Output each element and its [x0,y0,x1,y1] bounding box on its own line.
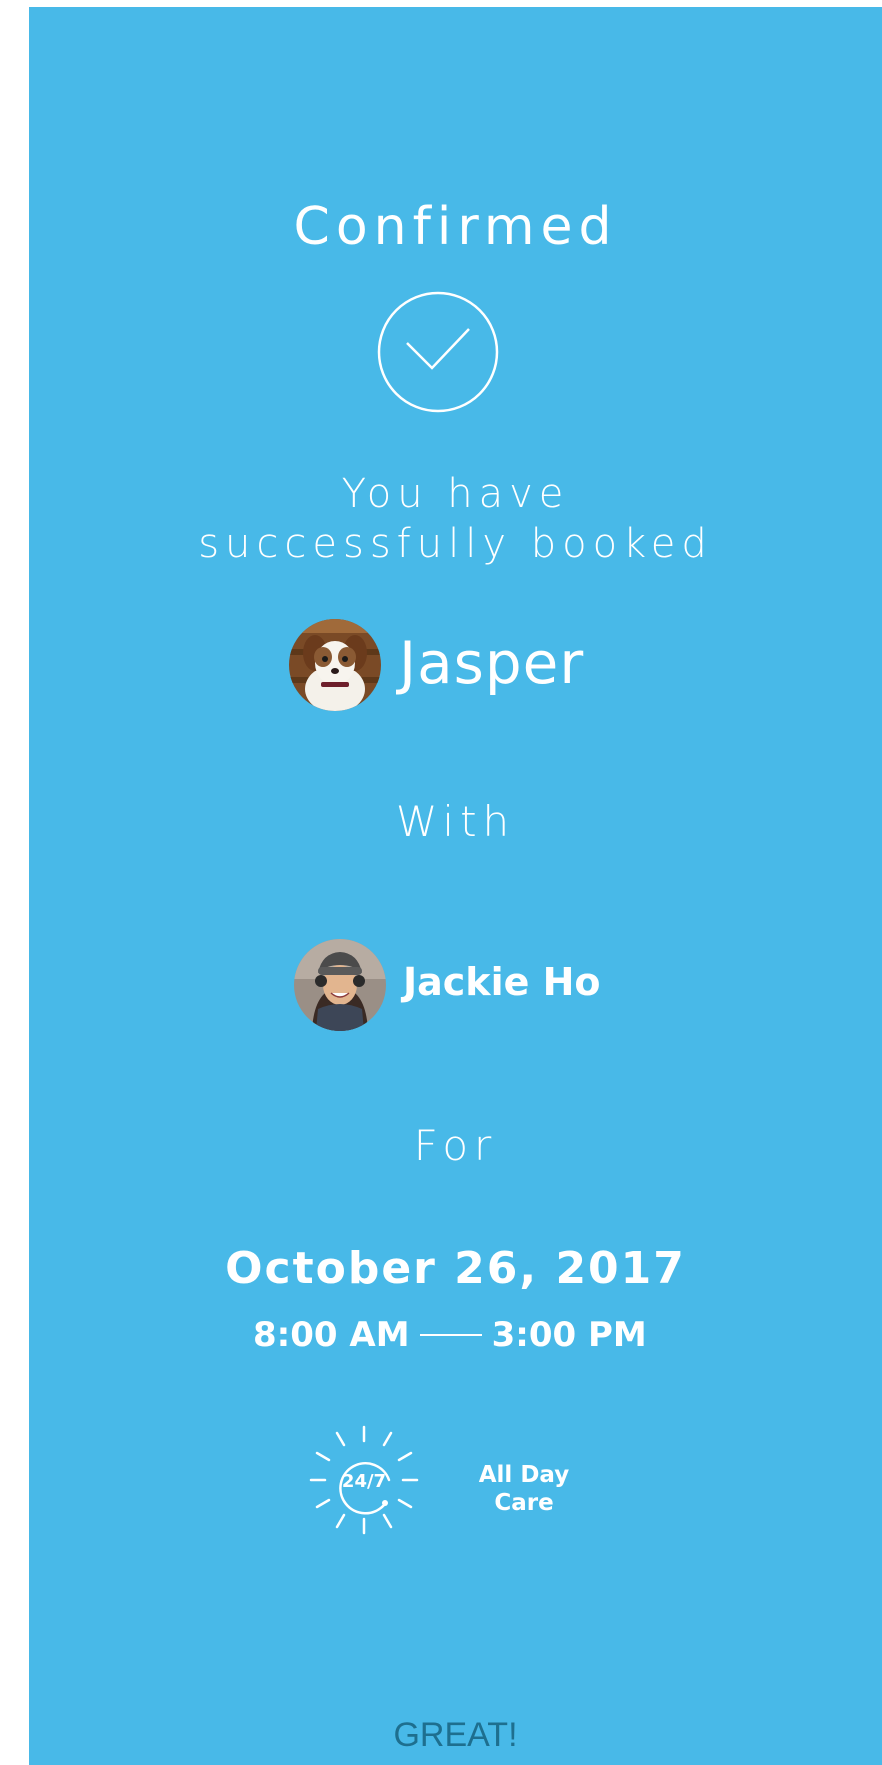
confirmation-message-line2: successfully booked [198,521,713,567]
end-time: 3:00 PM [491,1315,647,1355]
with-label: With [395,797,516,846]
confirmation-screen: Confirmed You have successfully booked J… [29,7,882,1765]
service-label: All Day Care [464,1461,584,1517]
for-label: For [413,1121,498,1170]
booking-time-range: 8:00 AM 3:00 PM [253,1315,647,1355]
service-label-line1: All Day [478,1462,570,1488]
sun-24-7-icon: 24/7 [309,1425,419,1535]
confirmation-message: You have successfully booked [29,469,882,569]
start-time: 8:00 AM [253,1315,410,1355]
pet-avatar [289,619,381,711]
booking-date: October 26, 2017 [225,1243,686,1294]
sun-icon-text: 24/7 [342,1471,386,1492]
sitter-avatar [294,939,386,1031]
page-title: Confirmed [293,197,618,257]
great-button[interactable]: GREAT! [29,1707,882,1763]
sitter-name: Jackie Ho [403,960,601,1004]
pet-name: Jasper [399,629,585,697]
confirmation-message-line1: You have [341,471,570,517]
check-circle-icon [377,291,499,413]
service-label-line2: Care [494,1490,554,1516]
time-range-divider [419,1334,482,1336]
